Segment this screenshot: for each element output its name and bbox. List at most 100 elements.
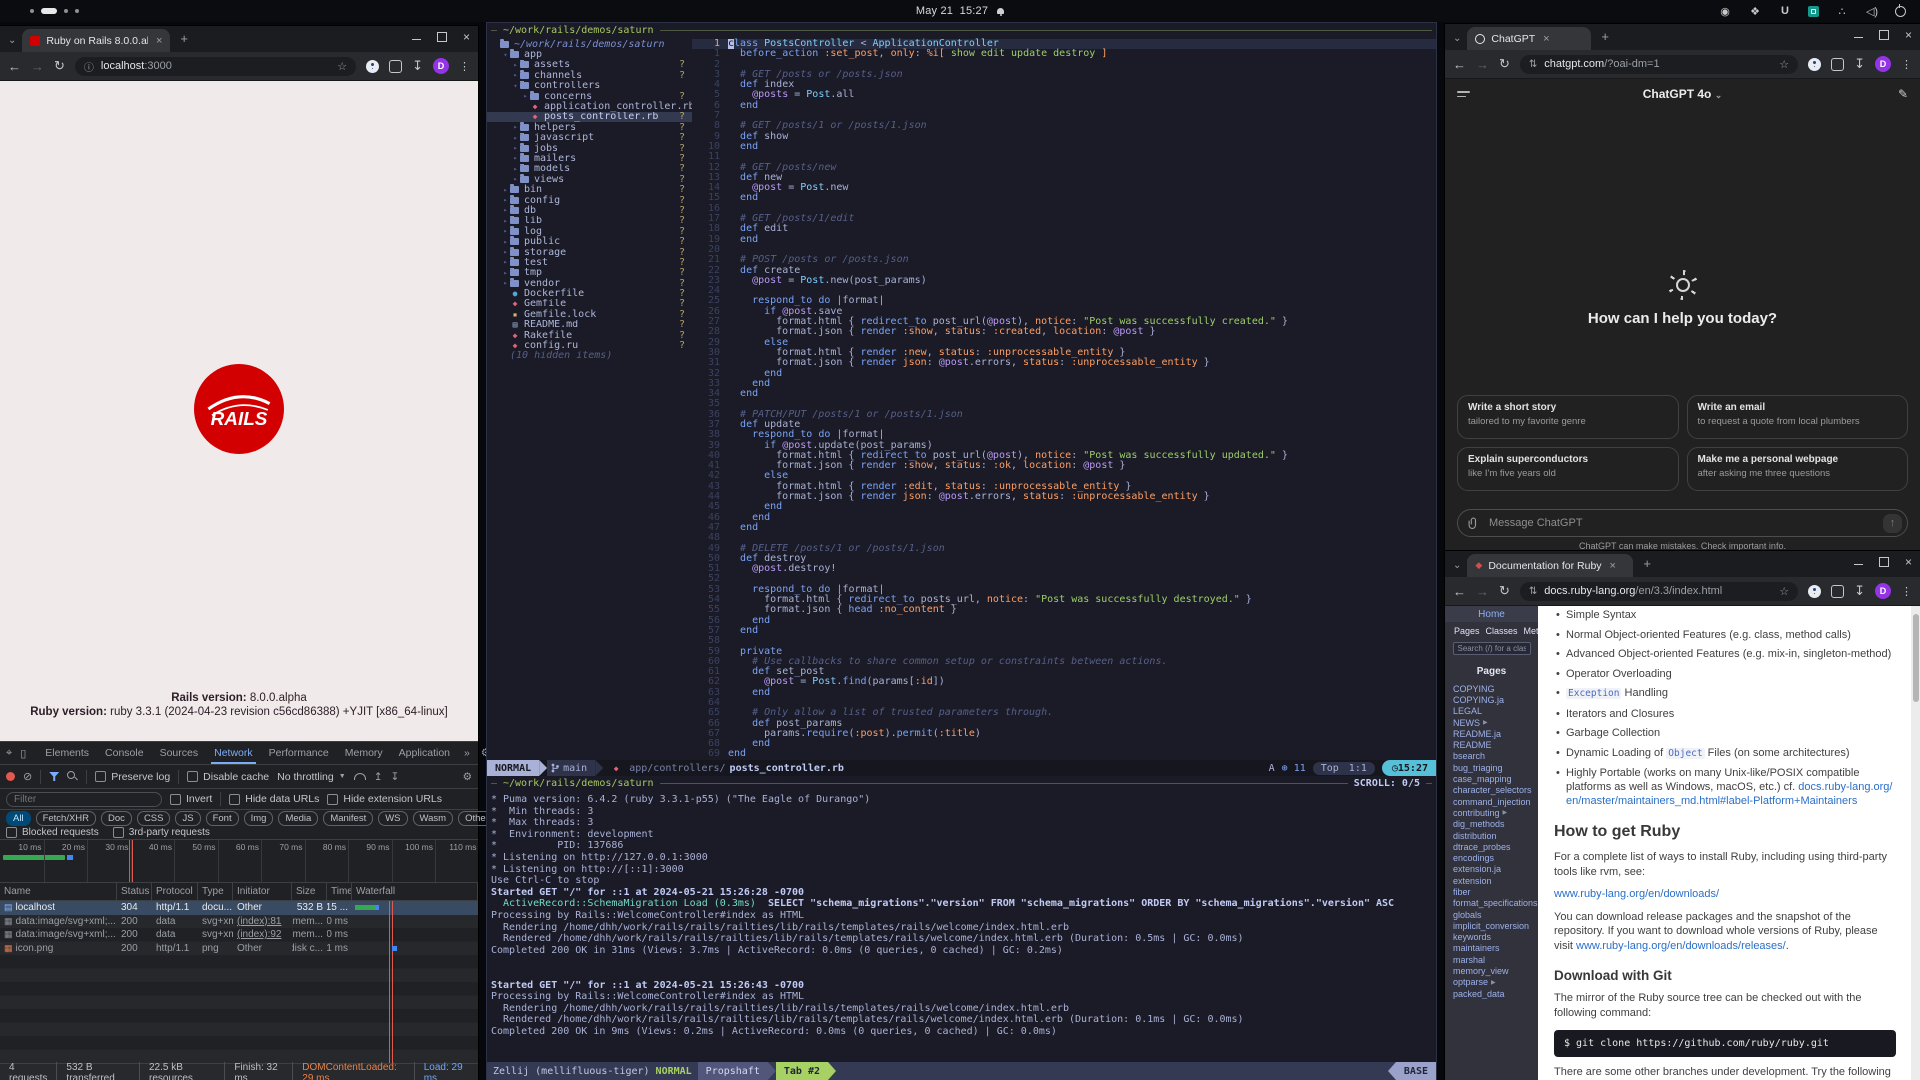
column-header-name[interactable]: Name bbox=[0, 883, 117, 900]
extensions-puzzle-icon[interactable] bbox=[1831, 585, 1844, 598]
browser-menu-icon[interactable]: ⋮ bbox=[459, 60, 470, 73]
docs-page-link[interactable]: globals bbox=[1445, 909, 1538, 920]
tree-item-helpers[interactable]: ▸helpers? bbox=[487, 122, 692, 132]
volume-icon[interactable]: ◁) bbox=[1865, 5, 1879, 18]
reload-button[interactable]: ↻ bbox=[1499, 583, 1510, 599]
send-button[interactable]: ↑ bbox=[1883, 514, 1902, 533]
suggestion-card[interactable]: Make me a personal webpageafter asking m… bbox=[1687, 447, 1909, 491]
zellij-active-tab[interactable]: Tab #2 bbox=[776, 1062, 828, 1080]
power-icon[interactable] bbox=[1895, 6, 1906, 17]
column-header-size[interactable]: Size bbox=[292, 883, 327, 900]
forward-button[interactable]: → bbox=[1476, 57, 1489, 72]
docs-page-link[interactable]: character_selectors bbox=[1445, 785, 1538, 796]
network-filter-input[interactable] bbox=[6, 792, 162, 807]
hide-extension-urls-checkbox[interactable]: Hide extension URLs bbox=[327, 793, 442, 805]
dropbox-icon[interactable]: ❖ bbox=[1748, 5, 1762, 18]
record-network-log-button[interactable] bbox=[6, 772, 15, 781]
network-table-header[interactable]: NameStatusProtocolTypeInitiatorSizeTimeW… bbox=[0, 883, 478, 901]
site-info-icon[interactable]: ⇅ bbox=[1529, 586, 1537, 597]
extensions-puzzle-icon[interactable] bbox=[389, 60, 402, 73]
maximize-button[interactable] bbox=[1879, 557, 1889, 567]
docs-page-link[interactable]: COPYING bbox=[1445, 683, 1538, 694]
notification-bell-icon[interactable] bbox=[997, 8, 1004, 14]
profile-avatar[interactable]: D bbox=[1875, 583, 1891, 599]
forward-button[interactable]: → bbox=[31, 59, 44, 74]
docs-tab-classes[interactable]: Classes bbox=[1486, 626, 1518, 636]
docs-page-link[interactable]: maintainers bbox=[1445, 943, 1538, 954]
docs-search-input[interactable] bbox=[1453, 642, 1531, 655]
tree-item-readme-md[interactable]: ▤README.md? bbox=[487, 320, 692, 330]
filter-chip-media[interactable]: Media bbox=[278, 811, 318, 826]
tree-item-assets[interactable]: ▸assets? bbox=[487, 60, 692, 70]
docs-page-link[interactable]: contributing▶ bbox=[1445, 807, 1538, 818]
inspect-element-icon[interactable]: ⌖ bbox=[6, 747, 12, 760]
tree-item-db[interactable]: ▸db? bbox=[487, 205, 692, 215]
tree-item-lib[interactable]: ▸lib? bbox=[487, 216, 692, 226]
tab-close-icon[interactable]: × bbox=[156, 35, 162, 47]
model-selector[interactable]: ChatGPT 4o ⌄ bbox=[1445, 87, 1920, 101]
new-tab-button[interactable]: + bbox=[180, 31, 188, 46]
devtools-tab-performance[interactable]: Performance bbox=[266, 742, 332, 764]
suggestion-card[interactable]: Explain superconductorslike I'm five yea… bbox=[1457, 447, 1679, 491]
docs-page-link[interactable]: command_injection bbox=[1445, 796, 1538, 807]
message-input-bar[interactable]: ↑ bbox=[1457, 509, 1908, 537]
tree-item-jobs[interactable]: ▸jobs? bbox=[487, 143, 692, 153]
clear-network-log-icon[interactable]: ⊘ bbox=[23, 770, 32, 783]
devtools-tab-application[interactable]: Application bbox=[396, 742, 453, 764]
reload-button[interactable]: ↻ bbox=[1499, 56, 1510, 72]
column-header-status[interactable]: Status bbox=[117, 883, 152, 900]
tree-item-config-ru[interactable]: ◆config.ru? bbox=[487, 340, 692, 350]
devtools-tab-network[interactable]: Network bbox=[211, 742, 256, 764]
tree-item-concerns[interactable]: ▸concerns? bbox=[487, 91, 692, 101]
tree-item-test[interactable]: ▸test? bbox=[487, 257, 692, 267]
filter-chip-doc[interactable]: Doc bbox=[101, 811, 132, 826]
message-input[interactable] bbox=[1487, 516, 1875, 530]
docs-page-link[interactable]: extension.ja bbox=[1445, 864, 1538, 875]
downloads-icon[interactable]: ↧ bbox=[1854, 56, 1865, 72]
docs-page-link[interactable]: LEGAL bbox=[1445, 706, 1538, 717]
tree-item-storage[interactable]: ▸storage? bbox=[487, 247, 692, 257]
network-request-row[interactable]: ▦data:image/svg+xml;...200datasvg+xml(in… bbox=[0, 915, 478, 929]
docs-page-link[interactable]: case_mapping bbox=[1445, 773, 1538, 784]
tree-item-posts-controller-rb[interactable]: ◆posts_controller.rb? bbox=[487, 112, 692, 122]
reload-button[interactable]: ↻ bbox=[54, 58, 65, 74]
network-conditions-icon[interactable] bbox=[354, 773, 366, 780]
filter-chip-all[interactable]: All bbox=[6, 811, 31, 826]
docs-page-link[interactable]: distribution bbox=[1445, 830, 1538, 841]
tree-item-controllers[interactable]: ▾controllers bbox=[487, 81, 692, 91]
network-settings-icon[interactable]: ⚙ bbox=[463, 771, 472, 783]
network-overview-timeline[interactable]: 10 ms20 ms30 ms40 ms50 ms60 ms70 ms80 ms… bbox=[0, 840, 478, 883]
docs-page-link[interactable]: README.ja bbox=[1445, 728, 1538, 739]
filter-chip-wasm[interactable]: Wasm bbox=[413, 811, 454, 826]
docs-page-link[interactable]: format_specifications bbox=[1445, 898, 1538, 909]
site-info-icon[interactable]: ⇅ bbox=[1529, 59, 1537, 70]
attach-paperclip-icon[interactable] bbox=[1468, 517, 1479, 530]
docs-tab-methods[interactable]: Methods bbox=[1524, 626, 1538, 636]
search-icon[interactable] bbox=[67, 771, 78, 782]
hide-data-urls-checkbox[interactable]: Hide data URLs bbox=[229, 793, 319, 805]
docs-page-link[interactable]: dig_methods bbox=[1445, 819, 1538, 830]
home-link[interactable]: Home bbox=[1478, 609, 1505, 620]
devtools-tab-sources[interactable]: Sources bbox=[157, 742, 202, 764]
page-scrollbar[interactable] bbox=[1911, 606, 1920, 1080]
minimize-button[interactable] bbox=[412, 39, 421, 41]
column-header-type[interactable]: Type bbox=[198, 883, 233, 900]
docs-page-link[interactable]: implicit_conversion bbox=[1445, 920, 1538, 931]
column-header-time[interactable]: Time bbox=[327, 883, 352, 900]
scrollbar-thumb[interactable] bbox=[1913, 614, 1919, 702]
browser-tab-chatgpt[interactable]: ChatGPT × bbox=[1467, 27, 1591, 50]
export-har-icon[interactable]: ↧ bbox=[391, 771, 400, 783]
third-party-requests-checkbox[interactable]: 3rd-party requests bbox=[113, 827, 210, 838]
preserve-log-checkbox[interactable]: Preserve log bbox=[95, 771, 170, 783]
tree-item-log[interactable]: ▸log? bbox=[487, 226, 692, 236]
profile-avatar[interactable]: D bbox=[433, 58, 449, 74]
docs-page-link[interactable]: keywords bbox=[1445, 932, 1538, 943]
downloads-icon[interactable]: ↧ bbox=[1854, 583, 1865, 599]
filter-icon[interactable] bbox=[49, 772, 59, 781]
tab-search-chevron-icon[interactable]: ⌄ bbox=[8, 35, 16, 46]
devtools-tab-memory[interactable]: Memory bbox=[342, 742, 386, 764]
docs-page-link[interactable]: optparse▶ bbox=[1445, 977, 1538, 988]
minimize-button[interactable] bbox=[1854, 564, 1863, 566]
bookmark-star-icon[interactable]: ☆ bbox=[1779, 585, 1789, 598]
terminal-output[interactable]: * Puma version: 6.4.2 (ruby 3.3.1-p55) (… bbox=[487, 790, 1436, 1062]
